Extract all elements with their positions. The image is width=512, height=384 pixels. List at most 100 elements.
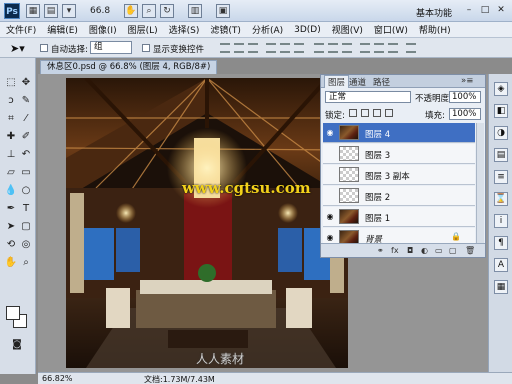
history-brush-icon[interactable]: ↶	[19, 148, 33, 162]
screen-mode-icon[interactable]: ▣	[216, 4, 230, 18]
distribute-right-icon[interactable]	[388, 43, 398, 53]
clone-stamp-icon[interactable]: ⊥	[4, 148, 18, 162]
move-tool-icon[interactable]: ✥	[19, 76, 33, 90]
hand-tool-icon[interactable]: ✋	[124, 4, 138, 18]
distribute-middle-icon[interactable]	[328, 43, 338, 53]
info-panel-icon[interactable]: i	[494, 214, 508, 228]
layer-row[interactable]: ◉ 图层 4	[323, 123, 475, 143]
marquee-tool-icon[interactable]: ⬚	[4, 76, 18, 90]
opacity-input[interactable]: 100%	[449, 91, 481, 103]
new-layer-icon[interactable]: ▢	[449, 246, 457, 255]
pen-tool-icon[interactable]: ✒	[4, 202, 18, 216]
layer-row[interactable]: 图层 2	[323, 186, 475, 206]
tab-channels[interactable]: 通道	[349, 76, 366, 88]
fill-input[interactable]: 100%	[449, 108, 481, 120]
align-top-icon[interactable]	[220, 43, 230, 53]
layer-row[interactable]: 图层 3 副本	[323, 165, 475, 185]
layers-panel-icon[interactable]: ▤	[494, 148, 508, 162]
menu-view[interactable]: 视图(V)	[332, 23, 363, 36]
distribute-bottom-icon[interactable]	[342, 43, 352, 53]
menu-help[interactable]: 帮助(H)	[419, 23, 451, 36]
trash-icon[interactable]: 🗑	[465, 246, 475, 255]
dodge-tool-icon[interactable]: ○	[19, 184, 33, 198]
align-bottom-icon[interactable]	[248, 43, 258, 53]
show-transform-checkbox[interactable]	[142, 44, 150, 52]
visibility-eye-icon[interactable]: ◉	[325, 212, 335, 221]
distribute-left-icon[interactable]	[360, 43, 370, 53]
crop-tool-icon[interactable]: ⌗	[4, 112, 18, 126]
menu-select[interactable]: 选择(S)	[169, 23, 200, 36]
visibility-eye-icon[interactable]: ◉	[325, 233, 335, 242]
tab-layers[interactable]: 图层	[324, 75, 350, 88]
healing-brush-icon[interactable]: ✚	[4, 130, 18, 144]
layers-scrollbar[interactable]	[476, 123, 484, 243]
quick-mask-icon[interactable]: ◙	[10, 338, 24, 352]
maximize-button[interactable]: □	[478, 4, 492, 17]
blend-mode-select[interactable]: 正常	[325, 91, 411, 103]
menu-analysis[interactable]: 分析(A)	[252, 23, 283, 36]
distribute-center-icon[interactable]	[374, 43, 384, 53]
folder-icon[interactable]: ▭	[435, 246, 443, 255]
3d-rotate-icon[interactable]: ⟲	[4, 238, 18, 252]
channels-panel-icon[interactable]: ≡	[494, 170, 508, 184]
auto-align-icon[interactable]	[406, 43, 416, 53]
lock-transparent-icon[interactable]	[349, 109, 357, 117]
layer-row[interactable]: ◉ 图层 1	[323, 207, 475, 227]
move-tool-preset-icon[interactable]: ➤▾	[10, 42, 25, 55]
panel-menu-icon[interactable]: »≡	[461, 76, 473, 86]
photoshop-logo[interactable]: Ps	[4, 3, 20, 19]
menu-image[interactable]: 图像(I)	[89, 23, 117, 36]
history-panel-icon[interactable]: ⌛	[494, 192, 508, 206]
hand-tool-icon[interactable]: ✋	[4, 256, 18, 270]
lock-pixels-icon[interactable]	[361, 109, 369, 117]
bridge-icon[interactable]: ▦	[26, 4, 40, 18]
adjustments-panel-icon[interactable]: ◑	[494, 126, 508, 140]
close-button[interactable]: ✕	[494, 4, 508, 17]
foreground-color-swatch[interactable]	[6, 306, 20, 320]
gradient-tool-icon[interactable]: ▭	[19, 166, 33, 180]
minimize-button[interactable]: –	[462, 4, 476, 17]
extras-icon[interactable]: ▾	[62, 4, 76, 18]
lock-position-icon[interactable]	[373, 109, 381, 117]
character-panel-icon[interactable]: A	[494, 258, 508, 272]
status-zoom[interactable]: 66.82%	[42, 374, 73, 383]
tab-paths[interactable]: 路径	[373, 76, 390, 88]
link-icon[interactable]: ⚭	[377, 246, 384, 255]
eraser-tool-icon[interactable]: ▱	[4, 166, 18, 180]
eyedropper-tool-icon[interactable]: ⁄	[19, 112, 33, 126]
auto-select-dropdown[interactable]: 组	[90, 41, 132, 54]
type-tool-icon[interactable]: T	[19, 202, 33, 216]
adjustment-icon[interactable]: ◐	[421, 246, 428, 255]
distribute-top-icon[interactable]	[314, 43, 324, 53]
minibridge-icon[interactable]: ▤	[44, 4, 58, 18]
shape-tool-icon[interactable]: ▢	[19, 220, 33, 234]
document-tab[interactable]: 休息区0.psd @ 66.8% (图层 4, RGB/8#)	[40, 60, 218, 74]
arrange-documents-icon[interactable]: ▥	[188, 4, 202, 18]
quick-select-tool-icon[interactable]: ✎	[19, 94, 33, 108]
paragraph-panel-icon[interactable]: ¶	[494, 236, 508, 250]
lock-all-icon[interactable]	[385, 109, 393, 117]
align-center-icon[interactable]	[280, 43, 290, 53]
menu-3d[interactable]: 3D(D)	[294, 25, 321, 35]
menu-file[interactable]: 文件(F)	[6, 23, 36, 36]
visibility-eye-icon[interactable]: ◉	[325, 128, 335, 137]
path-select-icon[interactable]: ➤	[4, 220, 18, 234]
menu-window[interactable]: 窗口(W)	[374, 23, 408, 36]
blur-tool-icon[interactable]: 💧	[4, 184, 18, 198]
menu-filter[interactable]: 滤镜(T)	[210, 23, 241, 36]
align-middle-icon[interactable]	[234, 43, 244, 53]
swatches-panel-icon[interactable]: ▦	[494, 280, 508, 294]
mask-icon[interactable]: ◘	[407, 246, 413, 255]
3d-orbit-icon[interactable]: ◎	[19, 238, 33, 252]
color-panel-icon[interactable]: ◧	[494, 104, 508, 118]
brush-tool-icon[interactable]: ✐	[19, 130, 33, 144]
zoom-tool-icon[interactable]: ⌕	[19, 256, 33, 270]
lasso-tool-icon[interactable]: ↄ	[4, 94, 18, 108]
workspace-switcher[interactable]: 基本功能	[416, 6, 452, 19]
3d-panel-icon[interactable]: ◈	[494, 82, 508, 96]
zoom-level[interactable]: 66.8	[90, 6, 110, 16]
rotate-view-icon[interactable]: ↻	[160, 4, 174, 18]
menu-layer[interactable]: 图层(L)	[128, 23, 158, 36]
align-left-icon[interactable]	[266, 43, 276, 53]
menu-edit[interactable]: 编辑(E)	[47, 23, 78, 36]
